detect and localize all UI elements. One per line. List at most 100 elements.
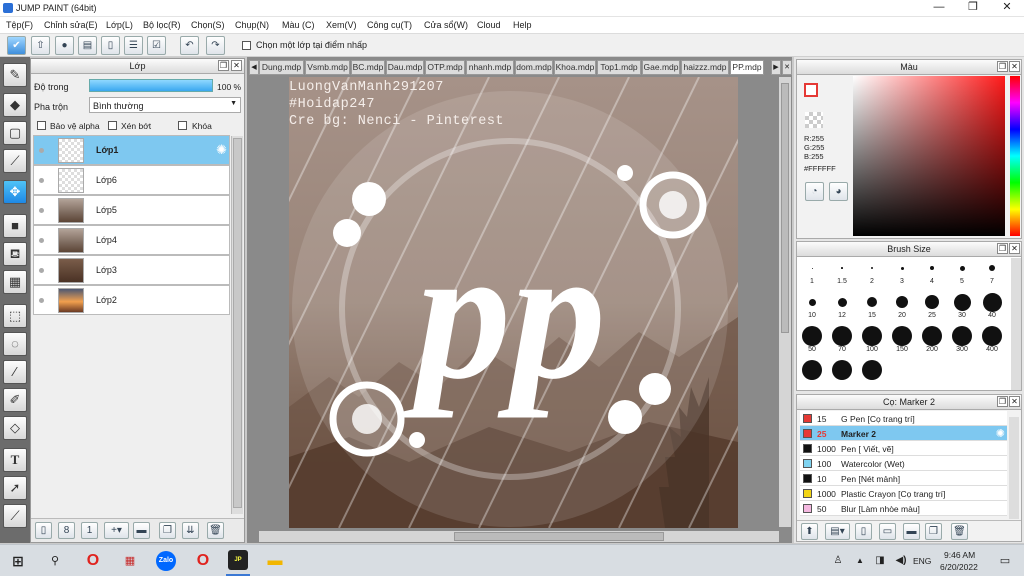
add-brush-icon[interactable]: ⬆ bbox=[801, 523, 818, 540]
layer-row[interactable]: Lớp6 bbox=[33, 165, 230, 195]
layer-row[interactable]: Lớp5 bbox=[33, 195, 230, 225]
brush-size-option[interactable]: 10 bbox=[800, 292, 824, 319]
new-layer-icon[interactable]: ▯ bbox=[35, 522, 52, 539]
comment-icon[interactable]: ● bbox=[55, 36, 74, 55]
saturation-value-picker[interactable] bbox=[853, 76, 1005, 236]
select-rect-icon[interactable]: ▢ bbox=[3, 121, 27, 145]
menu-file[interactable]: Tệp(F) bbox=[6, 20, 33, 30]
drawing-canvas[interactable]: pp LuongVanManh291207 #Hoidap247 Cre bg:… bbox=[289, 77, 738, 528]
panel-close-icon[interactable]: ✕ bbox=[231, 60, 242, 71]
menu-window[interactable]: Cửa sổ(W) bbox=[424, 20, 468, 30]
select-pen-icon[interactable]: ✐ bbox=[3, 388, 27, 412]
document-tab[interactable]: haizzz.mdp bbox=[681, 60, 729, 75]
operation-icon[interactable]: ➚ bbox=[3, 476, 27, 500]
notification-icon[interactable]: ▭ bbox=[995, 551, 1015, 571]
brush-size-option[interactable]: 2 bbox=[860, 258, 884, 285]
pen-icon[interactable]: ✎ bbox=[3, 63, 27, 87]
brush-item[interactable]: 1000 Plastic Crayon [Cọ trang trí] bbox=[800, 486, 1007, 501]
layer-row[interactable]: Lớp2 bbox=[33, 285, 230, 315]
brush-size-option[interactable]: 25 bbox=[920, 292, 944, 319]
folder-icon[interactable]: ▬ bbox=[133, 522, 150, 539]
undo-icon[interactable]: ↶ bbox=[180, 36, 199, 55]
brush-size-option[interactable]: 12 bbox=[830, 292, 854, 319]
move-icon[interactable]: ✥ bbox=[3, 180, 27, 204]
blend-select[interactable]: Bình thường ▼ bbox=[89, 97, 241, 113]
brush-size-option[interactable]: 50 bbox=[800, 326, 824, 353]
brush-settings-icon[interactable]: ▯ bbox=[855, 523, 872, 540]
fill-rect-icon[interactable]: ■ bbox=[3, 214, 27, 238]
menu-select[interactable]: Chọn(S) bbox=[191, 20, 225, 30]
brush-size-option[interactable]: 70 bbox=[830, 326, 854, 353]
menu-help[interactable]: Help bbox=[513, 20, 532, 30]
document-tab[interactable]: Khoa.mdp bbox=[554, 60, 596, 75]
panel-float-icon[interactable]: ❐ bbox=[997, 396, 1008, 407]
clock-time[interactable]: 9:46 AM bbox=[944, 550, 975, 560]
message-icon[interactable]: ▤ bbox=[78, 36, 97, 55]
menu-edit[interactable]: Chỉnh sửa(E) bbox=[44, 20, 98, 30]
brush-size-option[interactable]: 7 bbox=[980, 258, 1004, 285]
brush-item[interactable]: 25 Marker 2 ✺ bbox=[800, 426, 1007, 441]
brush-size-option[interactable] bbox=[800, 360, 824, 380]
visibility-icon[interactable] bbox=[39, 178, 44, 183]
brush-size-option[interactable]: 150 bbox=[890, 326, 914, 353]
lasso-icon[interactable]: ◌ bbox=[3, 332, 27, 356]
layer-row[interactable]: Lớp3 bbox=[33, 255, 230, 285]
lock-checkbox[interactable] bbox=[178, 121, 187, 130]
search-icon[interactable]: ⚲ bbox=[45, 551, 65, 571]
zalo-icon[interactable]: Zalo bbox=[156, 551, 176, 571]
app-icon[interactable]: ▦ bbox=[120, 551, 140, 571]
delete-icon[interactable]: 🗑 bbox=[207, 522, 224, 539]
panel-float-icon[interactable]: ❐ bbox=[997, 61, 1008, 72]
file-explorer-icon[interactable]: ▬ bbox=[265, 551, 285, 571]
volume-icon[interactable]: ◀) bbox=[891, 551, 911, 571]
tab-close-icon[interactable]: ✕ bbox=[782, 60, 792, 75]
brush-folder-icon[interactable]: ▬ bbox=[903, 523, 920, 540]
document-tab[interactable]: dom.mdp bbox=[515, 60, 553, 75]
line-icon[interactable]: ⟋ bbox=[3, 149, 27, 173]
windows-start-icon[interactable]: ⊞ bbox=[8, 551, 28, 571]
chevron-up-icon[interactable]: ▲ bbox=[850, 551, 870, 571]
brush-size-option[interactable] bbox=[830, 360, 854, 380]
brush-duplicate-icon[interactable]: ❐ bbox=[925, 523, 942, 540]
palette-icon[interactable]: ◔ bbox=[805, 182, 824, 201]
canvas-hscroll[interactable] bbox=[259, 531, 779, 542]
tabs-scroll-right-icon[interactable]: ▶ bbox=[771, 60, 781, 75]
panel-close-icon[interactable]: ✕ bbox=[1009, 61, 1020, 72]
foreground-color-swatch[interactable] bbox=[804, 83, 818, 97]
layer-row[interactable]: Lớp1 ✺ bbox=[33, 135, 230, 165]
document-tab[interactable]: nhanh.mdp bbox=[466, 60, 514, 75]
magic-wand-icon[interactable]: ⁄ bbox=[3, 360, 27, 384]
menu-color[interactable]: Màu (C) bbox=[282, 20, 315, 30]
opera-icon[interactable]: O bbox=[193, 551, 213, 571]
layer-scrollbar[interactable] bbox=[231, 136, 243, 514]
people-icon[interactable]: ♙ bbox=[828, 551, 848, 571]
new-layer-1bit-icon[interactable]: 1 bbox=[81, 522, 98, 539]
brush-item[interactable]: 50 Blur [Làm nhòe màu] bbox=[800, 501, 1007, 516]
tabs-scroll-left-icon[interactable]: ◀ bbox=[249, 60, 259, 75]
layers-icon[interactable]: ☰ bbox=[124, 36, 143, 55]
redo-icon[interactable]: ↷ bbox=[206, 36, 225, 55]
menu-cloud[interactable]: Cloud bbox=[477, 20, 501, 30]
palette-settings-icon[interactable]: ◕ bbox=[829, 182, 848, 201]
brush-copy-icon[interactable]: ▭ bbox=[879, 523, 896, 540]
transparent-swatch[interactable] bbox=[805, 112, 823, 128]
panel-float-icon[interactable]: ❐ bbox=[997, 243, 1008, 254]
document-tab[interactable]: PP.mdp bbox=[730, 60, 764, 75]
visibility-icon[interactable] bbox=[39, 268, 44, 273]
brush-size-option[interactable]: 1.5 bbox=[830, 258, 854, 285]
lasso-rect-icon[interactable]: ⬚ bbox=[3, 304, 27, 328]
brush-size-scrollbar[interactable] bbox=[1011, 258, 1021, 390]
alpha-protect-checkbox[interactable] bbox=[37, 121, 46, 130]
brush-item[interactable]: 10 Pen [Nét mảnh] bbox=[800, 471, 1007, 486]
brush-item[interactable]: 100 Watercolor (Wet) bbox=[800, 456, 1007, 471]
brush-size-option[interactable]: 20 bbox=[890, 292, 914, 319]
brush-size-option[interactable]: 40 bbox=[980, 292, 1004, 319]
add-layer-menu-icon[interactable]: +▾ bbox=[104, 522, 129, 539]
select-layer-checkbox[interactable] bbox=[242, 41, 251, 50]
visibility-icon[interactable] bbox=[39, 148, 44, 153]
brush-size-option[interactable]: 200 bbox=[920, 326, 944, 353]
visibility-icon[interactable] bbox=[39, 238, 44, 243]
brush-size-option[interactable]: 300 bbox=[950, 326, 974, 353]
jump-paint-icon[interactable]: JP bbox=[228, 550, 248, 570]
document-tab[interactable]: Dung.mdp bbox=[259, 60, 304, 75]
